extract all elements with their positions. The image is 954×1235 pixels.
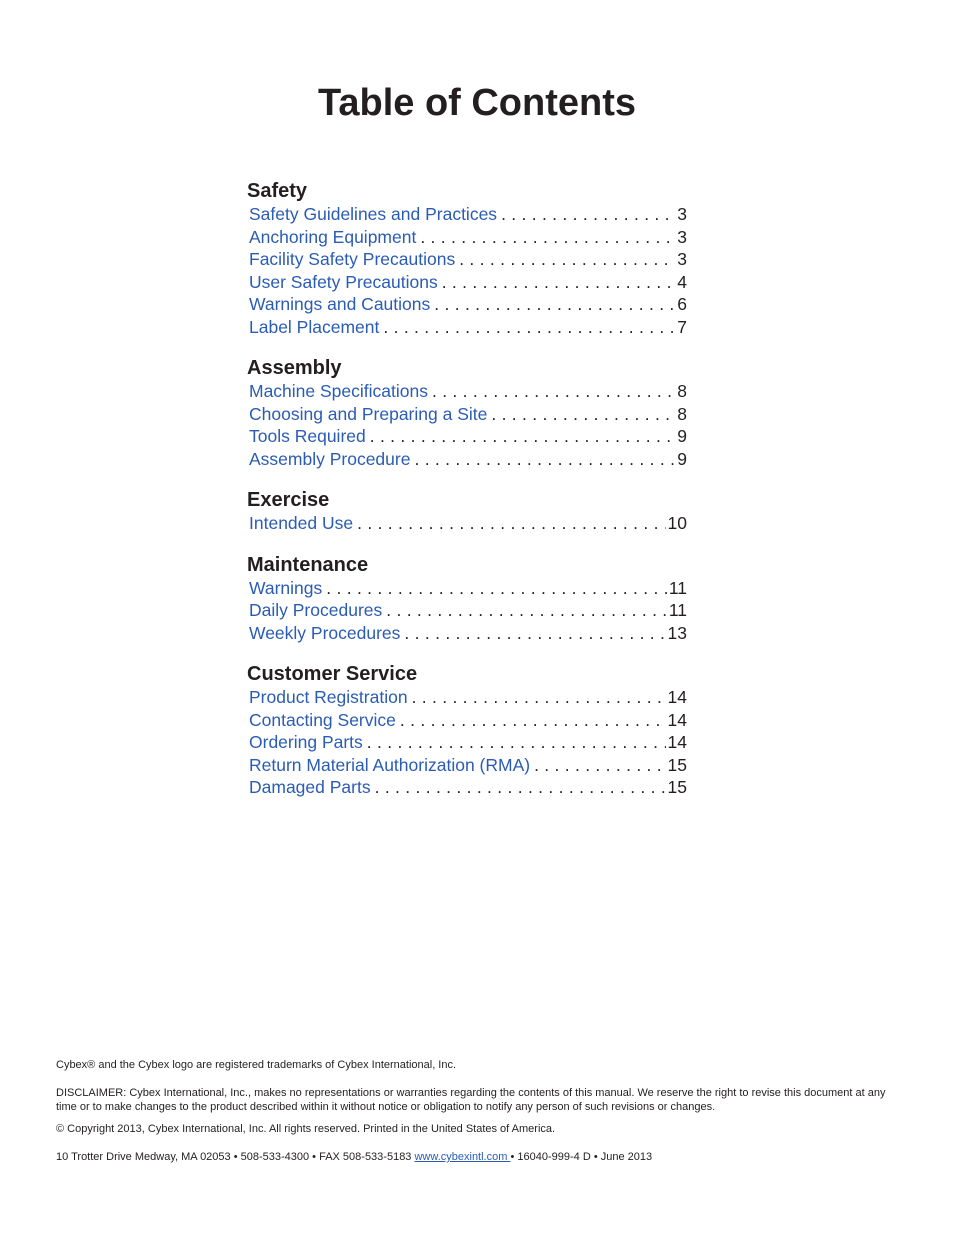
website-link[interactable]: www.cybexintl.com (414, 1151, 510, 1163)
toc-section-safety: Safety Safety Guidelines and Practices3 … (247, 179, 687, 338)
dot-leader (366, 425, 676, 448)
toc-entry-page: 6 (677, 294, 687, 314)
dot-leader (408, 686, 666, 709)
toc-entry-label[interactable]: User Safety Precautions (249, 271, 438, 294)
toc-entry[interactable]: Ordering Parts 14 (247, 731, 687, 754)
toc-entry[interactable]: Label Placement 7 (247, 316, 687, 339)
toc-entry-page: 3 (677, 249, 687, 269)
toc-entry[interactable]: Tools Required 9 (247, 425, 687, 448)
toc-entry-label[interactable]: Safety Guidelines and Practices (249, 203, 497, 226)
dot-leader (497, 203, 675, 226)
toc-entry-page: 3 (677, 226, 687, 247)
toc-entry-label[interactable]: Product Registration (249, 686, 408, 709)
toc-entry-page: 13 (667, 622, 687, 643)
dot-leader (396, 709, 666, 732)
toc-entry[interactable]: Contacting Service 14 (247, 709, 687, 732)
toc-entry-page: 8 (677, 403, 687, 424)
toc-section-customer-service: Customer Service Product Registration14 … (247, 662, 687, 799)
toc-entry-page: 4 (677, 271, 687, 292)
toc-entry-page: 14 (667, 732, 687, 752)
toc-entry[interactable]: Damaged Parts 15 (247, 776, 687, 799)
document-info: • 16040-999-4 D • June 2013 (510, 1151, 653, 1163)
toc-entry-label[interactable]: Contacting Service (249, 709, 396, 732)
toc-entry-page: 11 (668, 600, 687, 620)
dot-leader (322, 577, 667, 600)
toc-entry[interactable]: Choosing and Preparing a Site 8 (247, 403, 687, 426)
toc-entry-label[interactable]: Return Material Authorization (RMA) (249, 754, 530, 777)
dot-leader (530, 754, 665, 777)
toc-entry-label[interactable]: Assembly Procedure (249, 448, 410, 471)
toc-entry-page: 8 (677, 381, 687, 401)
section-heading: Safety (247, 180, 308, 202)
toc-entry-page: 15 (667, 754, 687, 775)
toc-entry-label[interactable]: Warnings (249, 577, 322, 600)
section-heading: Maintenance (247, 553, 369, 576)
dot-leader (410, 448, 675, 471)
dot-leader (438, 271, 676, 294)
toc-entry-label[interactable]: Label Placement (249, 316, 379, 339)
toc-entry-label[interactable]: Damaged Parts (249, 776, 371, 799)
toc-entry[interactable]: Product Registration 14 (247, 686, 687, 709)
dot-leader (416, 226, 675, 249)
dot-leader (353, 512, 665, 535)
toc-entry[interactable]: Daily Procedures 11 (247, 599, 687, 622)
contact-line: 10 Trotter Drive Medway, MA 02053 • 508-… (56, 1150, 896, 1164)
toc-entry[interactable]: Weekly Procedures 13 (247, 622, 687, 645)
dot-leader (430, 293, 675, 316)
toc-entry-page: 14 (667, 687, 687, 707)
dot-leader (382, 599, 667, 622)
toc-entry-page: 10 (667, 513, 687, 533)
toc-entry-label[interactable]: Machine Specifications (249, 380, 428, 403)
toc-entry-label[interactable]: Daily Procedures (249, 599, 382, 622)
address-text: 10 Trotter Drive Medway, MA 02053 • 508-… (56, 1151, 415, 1163)
toc-entry-label[interactable]: Intended Use (249, 512, 353, 535)
toc-entry-page: 9 (677, 448, 687, 469)
toc-section-maintenance: Maintenance Warnings 11 Daily Procedures 1… (247, 553, 687, 645)
disclaimer: DISCLAIMER: Cybex International, Inc., m… (56, 1087, 886, 1113)
dot-leader (400, 622, 665, 645)
toc-entry-label[interactable]: Weekly Procedures (249, 622, 400, 645)
toc-entry-label[interactable]: Anchoring Equipment (249, 226, 416, 249)
toc-entry-label[interactable]: Tools Required (249, 425, 366, 448)
toc-entry-page: 14 (667, 709, 687, 730)
dot-leader (487, 403, 675, 426)
toc-entry[interactable]: Machine Specifications 8 (247, 380, 687, 403)
toc-entry[interactable]: Safety Guidelines and Practices 3 (247, 203, 687, 226)
toc-entry-label[interactable]: Ordering Parts (249, 731, 363, 754)
toc-entry[interactable]: Intended Use 10 (247, 512, 687, 535)
toc-entry-page: 15 (667, 777, 687, 797)
dot-leader (371, 776, 666, 799)
toc-section-assembly: Assembly Machine Specifications 8 Choosin… (247, 356, 687, 470)
toc-entry[interactable]: Anchoring Equipment 3 (247, 226, 687, 249)
footer: Cybex® and the Cybex logo are registered… (56, 1058, 896, 1164)
toc-entry-page: 3 (677, 204, 687, 224)
dot-leader (428, 380, 675, 403)
toc-entry[interactable]: Facility Safety Precautions 3 (247, 248, 687, 271)
toc-entry-label[interactable]: Choosing and Preparing a Site (249, 403, 487, 426)
trademark-notice: Cybex® and the Cybex logo are registered… (56, 1059, 457, 1071)
section-heading: Customer Service (247, 663, 418, 685)
toc-entry[interactable]: User Safety Precautions 4 (247, 271, 687, 294)
toc-entry-page: 11 (668, 577, 687, 598)
toc-entry[interactable]: Return Material Authorization (RMA) 15 (247, 754, 687, 777)
section-heading: Assembly (247, 357, 342, 379)
table-of-contents: Safety Safety Guidelines and Practices3 … (247, 179, 687, 817)
dot-leader (363, 731, 666, 754)
toc-entry-label[interactable]: Facility Safety Precautions (249, 248, 455, 271)
toc-entry[interactable]: Warnings 11 (247, 577, 687, 600)
copyright-notice: © Copyright 2013, Cybex International, I… (56, 1123, 556, 1135)
toc-entry-page: 7 (677, 316, 687, 337)
toc-entry-page: 9 (677, 426, 687, 446)
dot-leader (455, 248, 675, 271)
toc-entry[interactable]: Assembly Procedure 9 (247, 448, 687, 471)
toc-entry[interactable]: Warnings and Cautions 6 (247, 293, 687, 316)
dot-leader (379, 316, 675, 339)
section-heading: Exercise (247, 489, 330, 511)
toc-section-exercise: Exercise Intended Use 10 (247, 488, 687, 535)
toc-entry-label[interactable]: Warnings and Cautions (249, 293, 430, 316)
page-title: Table of Contents (317, 82, 637, 124)
